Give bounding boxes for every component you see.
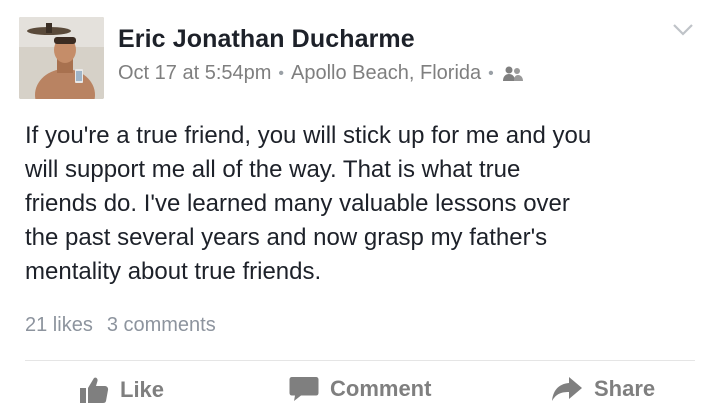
comment-icon [289, 377, 319, 401]
thumbs-up-icon [80, 377, 109, 403]
comments-count[interactable]: 3 comments [107, 314, 216, 337]
profile-photo-icon [19, 17, 104, 99]
divider [25, 360, 695, 361]
author-name[interactable]: Eric Jonathan Ducharme [118, 25, 415, 54]
meta-separator: • [488, 64, 494, 82]
meta-separator: • [278, 64, 285, 82]
likes-count[interactable]: 21 likes [25, 314, 93, 337]
like-button[interactable]: Like [79, 375, 164, 405]
comment-label: Comment [330, 376, 432, 401]
post-location[interactable]: Apollo Beach, Florida [291, 62, 481, 85]
chevron-down-icon[interactable] [672, 22, 694, 38]
share-arrow-icon [552, 377, 582, 401]
post-timestamp[interactable]: Oct 17 at 5:54pm [118, 62, 271, 85]
friends-icon[interactable] [502, 65, 524, 83]
post-stats: 21 likes 3 comments [25, 314, 216, 337]
share-button[interactable]: Share [551, 375, 655, 403]
like-label: Like [120, 377, 165, 402]
facebook-post: Eric Jonathan Ducharme Oct 17 at 5:54pm … [0, 0, 720, 420]
comment-button[interactable]: Comment [289, 375, 431, 403]
share-label: Share [594, 376, 656, 401]
author-avatar[interactable] [19, 17, 104, 99]
post-meta: Oct 17 at 5:54pm • Apollo Beach, Florida… [118, 62, 524, 85]
post-text: If you're a true friend, you will stick … [25, 122, 592, 285]
